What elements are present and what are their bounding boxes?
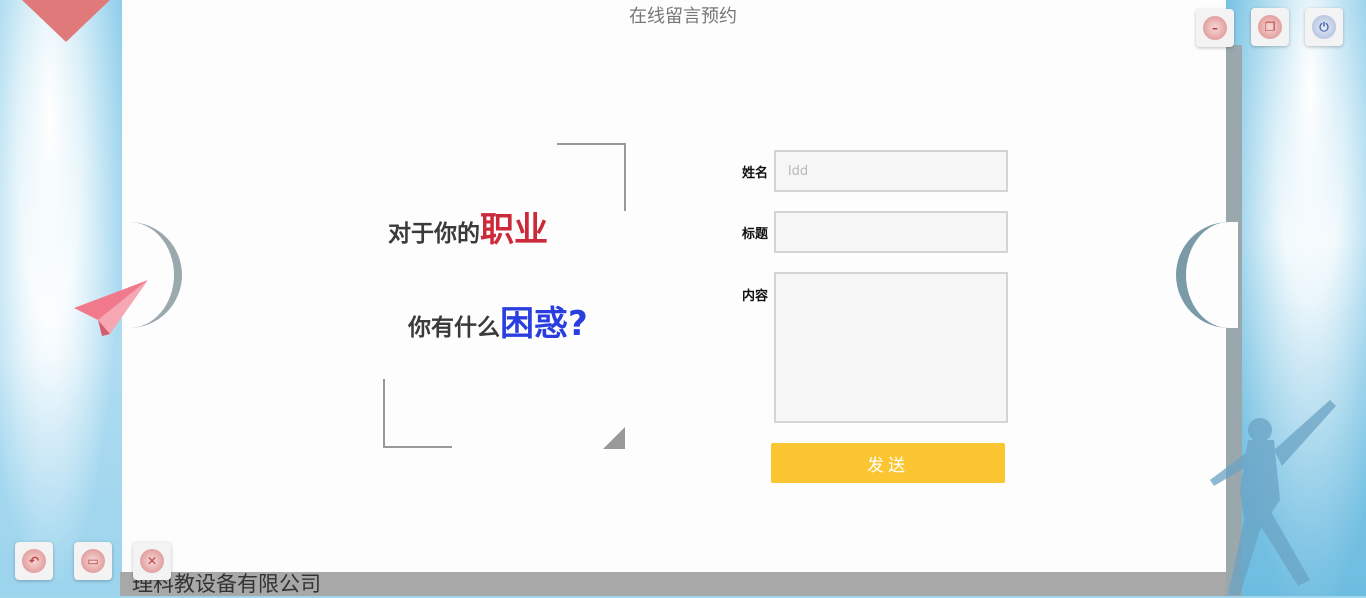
content-textarea[interactable] <box>774 272 1008 423</box>
content-label: 内容 <box>742 289 769 304</box>
restore-icon: ❐ <box>1258 15 1282 39</box>
slogan-line-2-emphasis: 困惑? <box>500 304 588 344</box>
minimize-button[interactable]: – <box>1196 9 1234 47</box>
name-input[interactable] <box>774 150 1008 192</box>
paper-plane-icon <box>74 280 148 336</box>
page-title: 在线留言预约 <box>629 6 737 27</box>
minimize-icon: – <box>1203 16 1227 40</box>
jumping-figure-illustration <box>1210 400 1336 595</box>
keyboard-icon: ▭ <box>81 549 105 573</box>
subject-label: 标题 <box>742 227 769 242</box>
frame-corner-top-right-vertical <box>624 143 626 211</box>
subject-input[interactable] <box>774 211 1008 253</box>
frame-corner-top-right <box>557 143 626 145</box>
power-button[interactable]: ⏻ <box>1305 8 1343 46</box>
name-label: 姓名 <box>742 166 769 181</box>
slogan-line-1: 对于你的职业 <box>388 202 548 251</box>
close-icon: ✕ <box>140 549 164 573</box>
frame-corner-bottom-left-vertical <box>383 379 385 448</box>
slogan-line-2-prefix: 你有什么 <box>408 315 500 341</box>
close-button[interactable]: ✕ <box>133 542 171 580</box>
frame-corner-bottom-left <box>383 446 452 448</box>
power-icon: ⏻ <box>1312 15 1336 39</box>
back-arrow-icon: ↶ <box>22 549 46 573</box>
slogan-line-1-prefix: 对于你的 <box>388 221 480 247</box>
back-button[interactable]: ↶ <box>15 542 53 580</box>
send-button[interactable]: 发送 <box>771 443 1005 483</box>
keyboard-button[interactable]: ▭ <box>74 542 112 580</box>
slogan-line-2: 你有什么困惑? <box>408 296 588 345</box>
restore-button[interactable]: ❐ <box>1251 8 1289 46</box>
main-panel <box>122 0 1226 572</box>
frame-corner-triangle <box>603 427 625 449</box>
slogan-line-1-emphasis: 职业 <box>480 210 548 250</box>
